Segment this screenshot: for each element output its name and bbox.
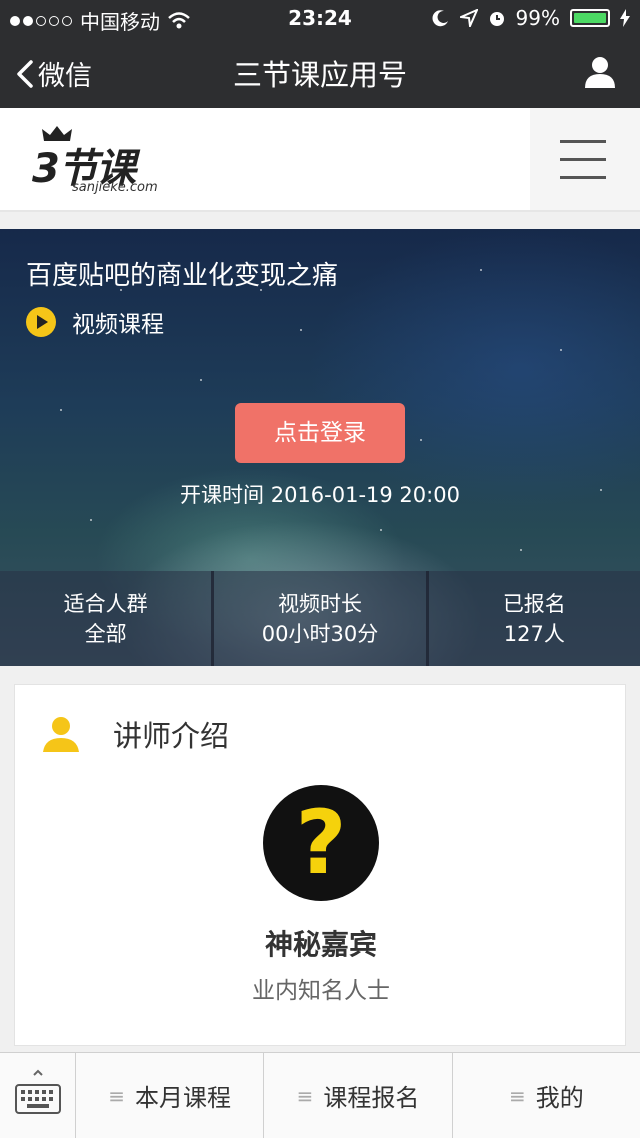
page-title: 三节课应用号 xyxy=(232,58,407,92)
stat-value: 127人 xyxy=(503,622,565,646)
menu-lines-icon: ≡ xyxy=(296,1083,314,1108)
tab-mine[interactable]: ≡ 我的 xyxy=(453,1053,640,1138)
alarm-icon xyxy=(489,12,504,26)
logo[interactable]: 3节课 sanjieke.com xyxy=(32,126,162,202)
teacher-card: 讲师介绍 ? 神秘嘉宾 业内知名人士 xyxy=(14,684,626,1046)
stat-label: 适合人群 xyxy=(63,592,148,616)
keyboard-icon xyxy=(15,1069,61,1114)
stat-value: 00小时30分 xyxy=(261,622,379,646)
teacher-description: 业内知名人士 xyxy=(252,978,390,1004)
login-button[interactable]: 点击登录 xyxy=(235,403,405,463)
tab-label: 我的 xyxy=(535,1084,584,1112)
course-hero: 百度贴吧的商业化变现之痛 视频课程 点击登录 开课时间 2016-01-19 2… xyxy=(0,229,640,666)
stat-value: 全部 xyxy=(84,622,127,646)
course-type-label: 视频课程 xyxy=(72,312,164,338)
battery-icon xyxy=(570,9,610,27)
location-arrow-icon xyxy=(459,9,478,27)
stat-label: 视频时长 xyxy=(277,592,362,616)
hamburger-menu-icon[interactable] xyxy=(530,108,640,210)
status-bar: 中国移动 23:24 99% xyxy=(0,0,640,36)
stat-enrolled: 已报名 127人 xyxy=(429,571,640,666)
site-header: 3节课 sanjieke.com xyxy=(0,108,640,212)
battery-percent: 99% xyxy=(515,6,560,30)
keyboard-toggle[interactable] xyxy=(0,1053,76,1138)
tab-label: 本月课程 xyxy=(135,1084,232,1112)
play-icon xyxy=(26,307,56,337)
charging-bolt-icon xyxy=(620,9,630,27)
teacher-section-header: 讲师介绍 xyxy=(41,713,229,755)
teacher-name: 神秘嘉宾 xyxy=(264,928,377,961)
stat-audience: 适合人群 全部 xyxy=(0,571,215,666)
logo-domain: sanjieke.com xyxy=(72,180,158,195)
person-icon xyxy=(43,717,79,752)
tab-label: 课程报名 xyxy=(323,1084,420,1112)
course-start-time: 开课时间 2016-01-19 20:00 xyxy=(180,483,460,507)
bottom-tab-bar: ≡ 本月课程 ≡ 课程报名 ≡ 我的 xyxy=(0,1052,640,1138)
menu-lines-icon: ≡ xyxy=(108,1083,126,1108)
tab-monthly-courses[interactable]: ≡ 本月课程 xyxy=(76,1053,265,1138)
stat-duration: 视频时长 00小时30分 xyxy=(214,571,429,666)
wechat-nav-bar: 微信 三节课应用号 xyxy=(0,36,640,108)
avatar: ? xyxy=(263,785,379,901)
tab-course-signup[interactable]: ≡ 课程报名 xyxy=(264,1053,453,1138)
user-icon[interactable] xyxy=(582,54,618,90)
section-title: 讲师介绍 xyxy=(113,719,230,753)
course-type: 视频课程 xyxy=(26,305,164,339)
course-stats: 适合人群 全部 视频时长 00小时30分 已报名 127人 xyxy=(0,571,640,666)
menu-lines-icon: ≡ xyxy=(508,1083,526,1108)
stat-label: 已报名 xyxy=(502,592,566,616)
course-title: 百度贴吧的商业化变现之痛 xyxy=(26,261,339,291)
moon-icon xyxy=(432,10,448,27)
